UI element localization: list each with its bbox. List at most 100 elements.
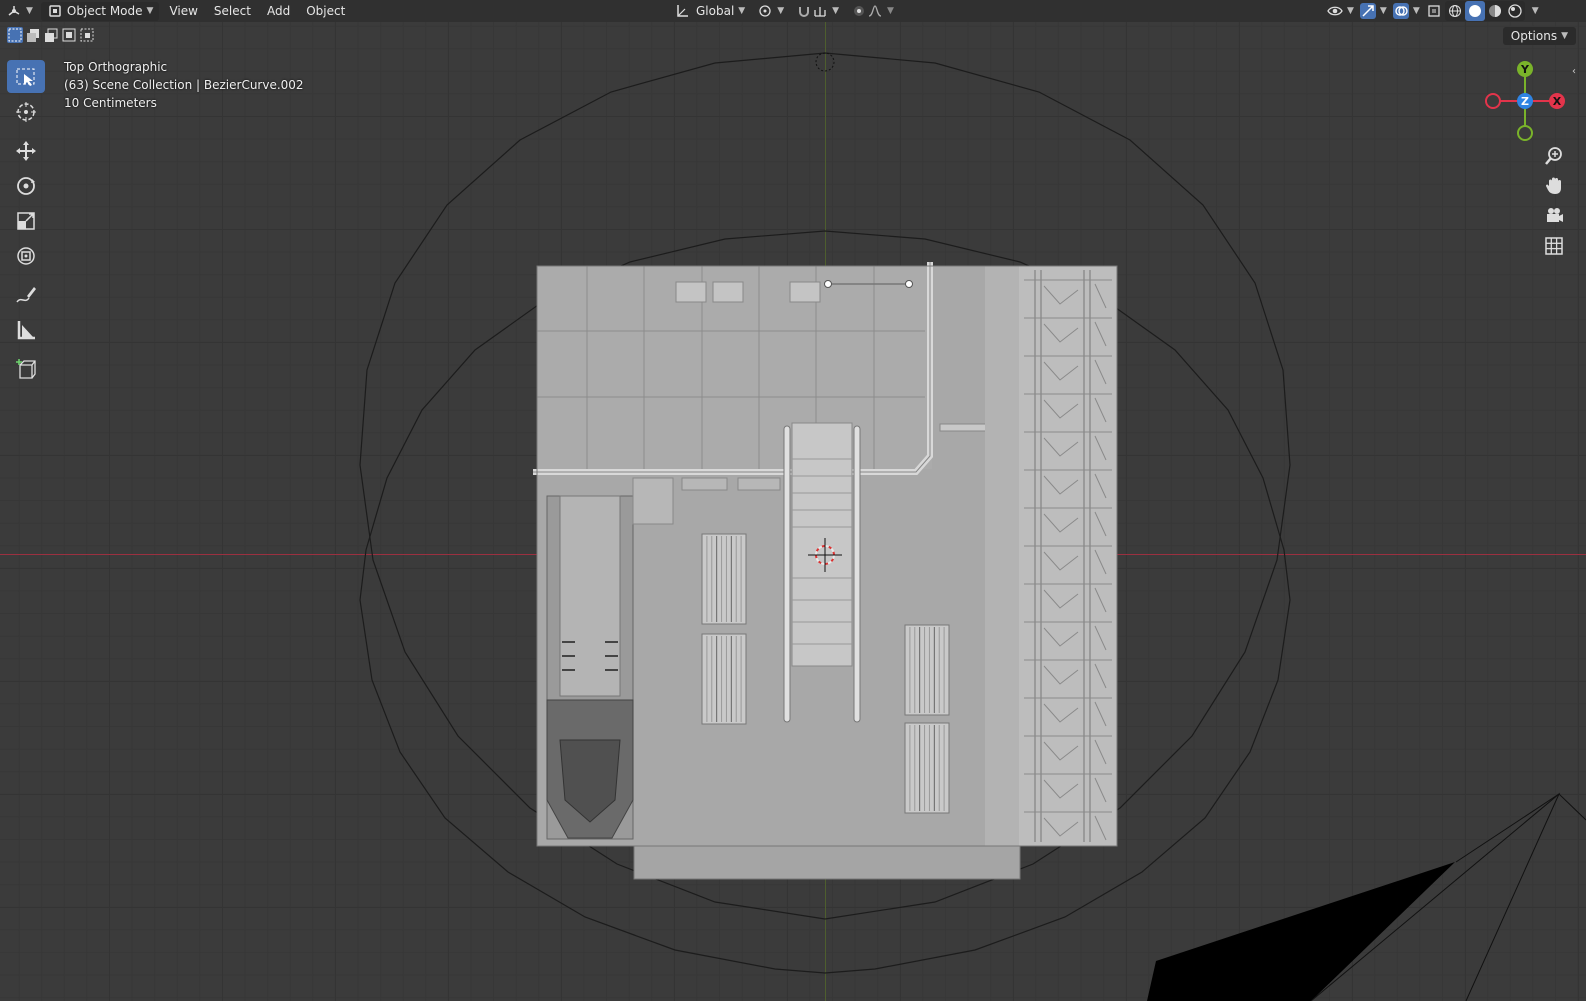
material-sphere-icon — [1488, 5, 1501, 17]
tool-shelf — [7, 60, 45, 387]
pan-button[interactable] — [1540, 172, 1568, 200]
chevron-down-icon: ▼ — [887, 6, 894, 16]
shading-options-dropdown[interactable]: ▼ — [1525, 1, 1542, 21]
3d-viewport-icon — [6, 3, 22, 19]
visibility-dropdown[interactable]: ▼ — [1324, 1, 1357, 21]
cursor-icon — [16, 101, 36, 122]
camera-view-button[interactable] — [1540, 202, 1568, 230]
gizmo-y-label: Y — [1520, 63, 1530, 76]
escalator-handrail — [853, 425, 861, 723]
shading-mode-selector — [1444, 1, 1525, 21]
menu-view[interactable]: View — [161, 1, 205, 21]
snap-toggle[interactable]: ▼ — [790, 1, 845, 21]
toggle-perspective-button[interactable] — [1540, 232, 1568, 260]
select-new-icon[interactable] — [7, 27, 23, 43]
camera-icon — [1547, 208, 1563, 222]
proportional-editing-icon — [851, 3, 867, 19]
pivot-point-dropdown[interactable]: ▼ — [751, 1, 790, 21]
zoom-icon — [1545, 147, 1562, 165]
viewport-display-settings: ▼ ▼ ▼ ▼ — [1324, 1, 1542, 21]
3d-viewport[interactable] — [0, 0, 1586, 1001]
move-icon — [16, 140, 36, 161]
annotate-icon — [16, 286, 36, 302]
right-wall — [985, 266, 1019, 846]
annotate-tool[interactable] — [7, 278, 45, 311]
select-intersect-icon[interactable] — [79, 27, 95, 43]
proportional-editing-toggle[interactable]: ▼ — [845, 1, 900, 21]
scale-icon — [17, 211, 35, 230]
gizmo-z-label: Z — [1521, 95, 1529, 108]
eye-icon — [1327, 3, 1343, 19]
escalator-handrail — [783, 425, 791, 723]
bench — [701, 533, 747, 625]
mode-dropdown[interactable]: Object Mode ▼ — [40, 1, 160, 21]
bench — [904, 722, 950, 814]
chevron-down-icon: ▼ — [26, 6, 33, 16]
pivot-icon — [757, 3, 773, 19]
zoom-button[interactable] — [1540, 142, 1568, 170]
overlays-icon — [1392, 3, 1409, 19]
overlays-toggle[interactable]: ▼ — [1390, 1, 1423, 21]
vent-box — [675, 281, 707, 303]
sidebar-toggle-icon[interactable]: ‹ — [1572, 66, 1576, 77]
menu-add[interactable]: Add — [259, 1, 298, 21]
falloff-curve-icon — [867, 3, 883, 19]
snap-increment-icon — [812, 3, 828, 19]
camera-frustum-shape — [1147, 862, 1455, 1001]
menu-object[interactable]: Object — [298, 1, 353, 21]
vent-box — [712, 281, 744, 303]
select-invert-icon[interactable] — [61, 27, 77, 43]
orientation-icon — [674, 3, 690, 19]
negative-y-axis-handle — [1517, 125, 1533, 141]
options-dropdown[interactable]: Options ▼ — [1502, 27, 1576, 45]
transform-icon — [17, 246, 35, 265]
rendered-sphere-icon — [1508, 4, 1522, 18]
gizmo-x-label: X — [1553, 95, 1562, 108]
chevron-down-icon: ▼ — [1379, 6, 1387, 16]
rendered-shading-button[interactable] — [1505, 1, 1525, 21]
navigation-gizmo[interactable]: Y X Z — [1482, 58, 1568, 144]
chevron-down-icon: ▼ — [1531, 6, 1539, 16]
add-cube-tool[interactable] — [7, 352, 45, 385]
selection-mode-buttons — [7, 27, 95, 43]
grid-scale: 10 Centimeters — [64, 96, 157, 110]
select-subtract-icon[interactable] — [43, 27, 59, 43]
wireframe-shading-button[interactable] — [1445, 1, 1465, 21]
menu-select[interactable]: Select — [206, 1, 259, 21]
move-tool[interactable] — [7, 134, 45, 167]
viewport-info-overlay: Top Orthographic (63) Scene Collection |… — [64, 58, 304, 112]
select-box-tool[interactable] — [7, 60, 45, 93]
transform-tool[interactable] — [7, 239, 45, 272]
cursor-tool[interactable] — [7, 95, 45, 128]
orientation-dropdown[interactable]: Global ▼ — [668, 1, 751, 21]
navigation-buttons — [1540, 142, 1568, 262]
scale-tool[interactable] — [7, 204, 45, 237]
rotate-tool[interactable] — [7, 169, 45, 202]
orientation-label: Global — [696, 4, 735, 18]
editor-type-dropdown[interactable]: ▼ — [0, 1, 39, 21]
material-preview-button[interactable] — [1485, 1, 1505, 21]
solid-shading-button[interactable] — [1464, 1, 1485, 21]
chevron-down-icon: ▼ — [1347, 6, 1354, 16]
scene-geometry — [359, 52, 1586, 1001]
bench — [904, 624, 950, 716]
vent-box — [789, 281, 821, 303]
xray-icon — [1426, 3, 1442, 19]
measure-icon — [17, 320, 35, 339]
camera-frustum-lines — [1455, 792, 1561, 1001]
rotate-icon — [17, 176, 35, 195]
active-collection: (63) Scene Collection | BezierCurve.002 — [64, 78, 304, 92]
object-origin — [815, 52, 835, 72]
gizmo-toggle[interactable]: ▼ — [1357, 1, 1390, 21]
chevron-down-icon: ▼ — [146, 6, 154, 16]
floor-extension — [634, 846, 1020, 879]
gizmo-icon — [1359, 3, 1376, 19]
measure-tool[interactable] — [7, 313, 45, 346]
add-cube-icon — [16, 358, 36, 379]
xray-toggle[interactable] — [1423, 1, 1445, 21]
select-extend-icon[interactable] — [25, 27, 41, 43]
chevron-down-icon: ▼ — [1412, 6, 1420, 16]
bench — [701, 633, 747, 725]
negative-x-axis-handle — [1485, 93, 1501, 109]
chevron-down-icon: ▼ — [738, 6, 746, 16]
